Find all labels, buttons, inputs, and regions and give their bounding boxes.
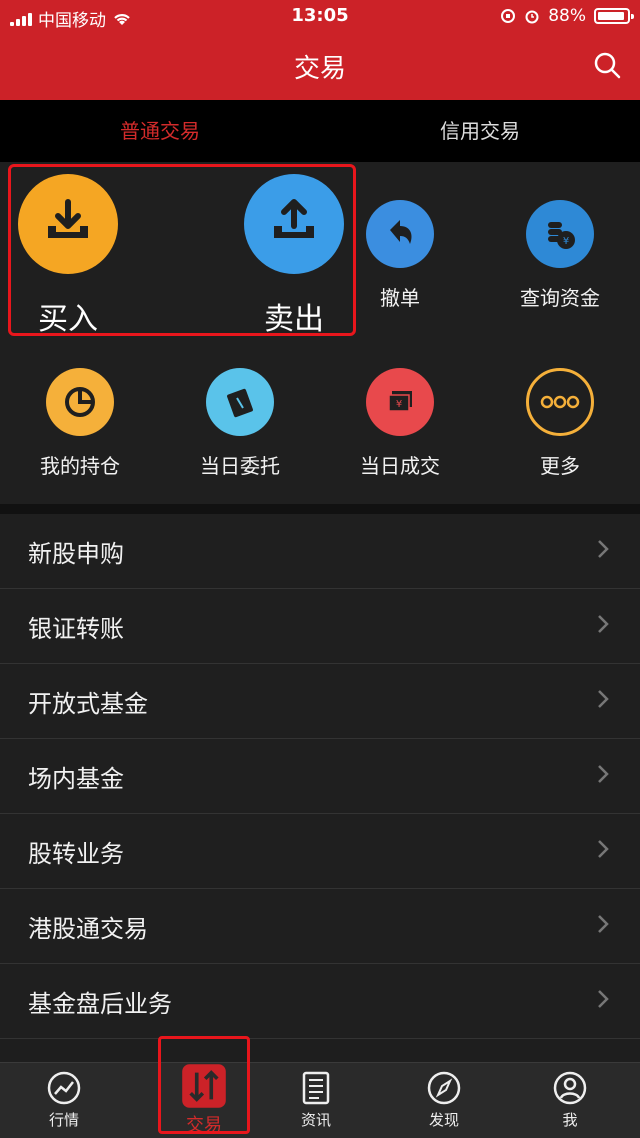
- trend-chart-icon: [47, 1071, 81, 1105]
- tabbar-discover[interactable]: 发现: [394, 1069, 494, 1130]
- chevron-right-icon: [598, 915, 609, 933]
- list-item-label: 场内基金: [28, 765, 124, 793]
- page-title: 交易: [293, 54, 346, 84]
- pie-chart-icon: [46, 368, 114, 436]
- query-funds-button[interactable]: ¥ 查询资金: [480, 200, 640, 311]
- query-funds-label: 查询资金: [520, 286, 600, 310]
- highlight-box: [8, 164, 356, 336]
- list-item-label: 基金盘后业务: [28, 990, 172, 1018]
- list-item-label: 股转业务: [28, 840, 124, 868]
- banknote-icon: ¥: [366, 368, 434, 436]
- tab-credit-trade[interactable]: 信用交易: [320, 100, 640, 162]
- today-deals-label: 当日成交: [360, 454, 440, 478]
- cancel-order-button[interactable]: 撤单: [320, 200, 480, 311]
- coins-icon: ¥: [526, 200, 594, 268]
- compass-icon: [427, 1071, 461, 1105]
- list-item-open-fund[interactable]: 开放式基金: [0, 664, 640, 739]
- today-orders-label: 当日委托: [200, 454, 280, 478]
- cancel-order-label: 撤单: [380, 286, 420, 310]
- tabbar-highlight-box: [158, 1036, 250, 1134]
- battery-icon: [594, 8, 634, 24]
- tabbar-market[interactable]: 行情: [14, 1069, 114, 1130]
- my-positions-label: 我的持仓: [40, 454, 120, 478]
- tab-normal-trade[interactable]: 普通交易: [0, 100, 320, 162]
- clipboard-icon: [206, 368, 274, 436]
- undo-icon: [366, 200, 434, 268]
- function-list: 新股申购 银证转账 开放式基金 场内基金 股转业务 港股通交易 基金盘后业务: [0, 514, 640, 1039]
- user-icon: [553, 1071, 587, 1105]
- search-icon[interactable]: [592, 50, 622, 80]
- list-item-hk-connect[interactable]: 港股通交易: [0, 889, 640, 964]
- more-label: 更多: [540, 454, 580, 478]
- trade-type-tabs: 普通交易 信用交易: [0, 100, 640, 162]
- tabbar-news[interactable]: 资讯: [266, 1069, 366, 1130]
- chevron-right-icon: [598, 690, 609, 708]
- list-item-label: 开放式基金: [28, 690, 148, 718]
- tabbar-news-label: 资讯: [300, 1111, 331, 1129]
- today-deals-button[interactable]: ¥ 当日成交: [320, 368, 480, 479]
- tabbar-discover-label: 发现: [428, 1111, 459, 1129]
- tabbar-me-label: 我: [562, 1111, 578, 1129]
- list-item-label: 银证转账: [28, 615, 124, 643]
- more-dots-icon: [526, 368, 594, 436]
- chevron-right-icon: [598, 540, 609, 558]
- list-item-label: 新股申购: [28, 540, 124, 568]
- newspaper-icon: [302, 1071, 330, 1105]
- list-item-exchange-fund[interactable]: 场内基金: [0, 739, 640, 814]
- more-button[interactable]: 更多: [480, 368, 640, 479]
- list-item-label: 港股通交易: [28, 915, 148, 943]
- today-orders-button[interactable]: 当日委托: [160, 368, 320, 479]
- tabbar-me[interactable]: 我: [520, 1069, 620, 1130]
- list-item-bank-transfer[interactable]: 银证转账: [0, 589, 640, 664]
- list-item-share-transfer[interactable]: 股转业务: [0, 814, 640, 889]
- app-header: 中国移动 13:05 88% 交易: [0, 0, 640, 100]
- rotation-lock-icon: [501, 9, 516, 23]
- list-item-ipo[interactable]: 新股申购: [0, 514, 640, 589]
- status-bar: 中国移动 13:05 88%: [0, 0, 640, 34]
- svg-text:¥: ¥: [396, 399, 402, 410]
- chevron-right-icon: [598, 840, 609, 858]
- list-item-fund-after-hours[interactable]: 基金盘后业务: [0, 964, 640, 1039]
- alarm-icon: [525, 10, 539, 24]
- tabbar-market-label: 行情: [48, 1111, 79, 1129]
- my-positions-button[interactable]: 我的持仓: [0, 368, 160, 479]
- chevron-right-icon: [598, 990, 609, 1008]
- chevron-right-icon: [598, 765, 609, 783]
- battery-percent: 88%: [548, 6, 586, 26]
- bottom-tab-bar: 行情 交易 资讯 发现 我: [0, 1062, 640, 1138]
- function-grid: 买入 卖出 撤单 ¥ 查询资金 我的持仓 当日委托 ¥ 当日成交 更多: [0, 162, 640, 504]
- svg-text:¥: ¥: [563, 236, 569, 247]
- chevron-right-icon: [598, 615, 609, 633]
